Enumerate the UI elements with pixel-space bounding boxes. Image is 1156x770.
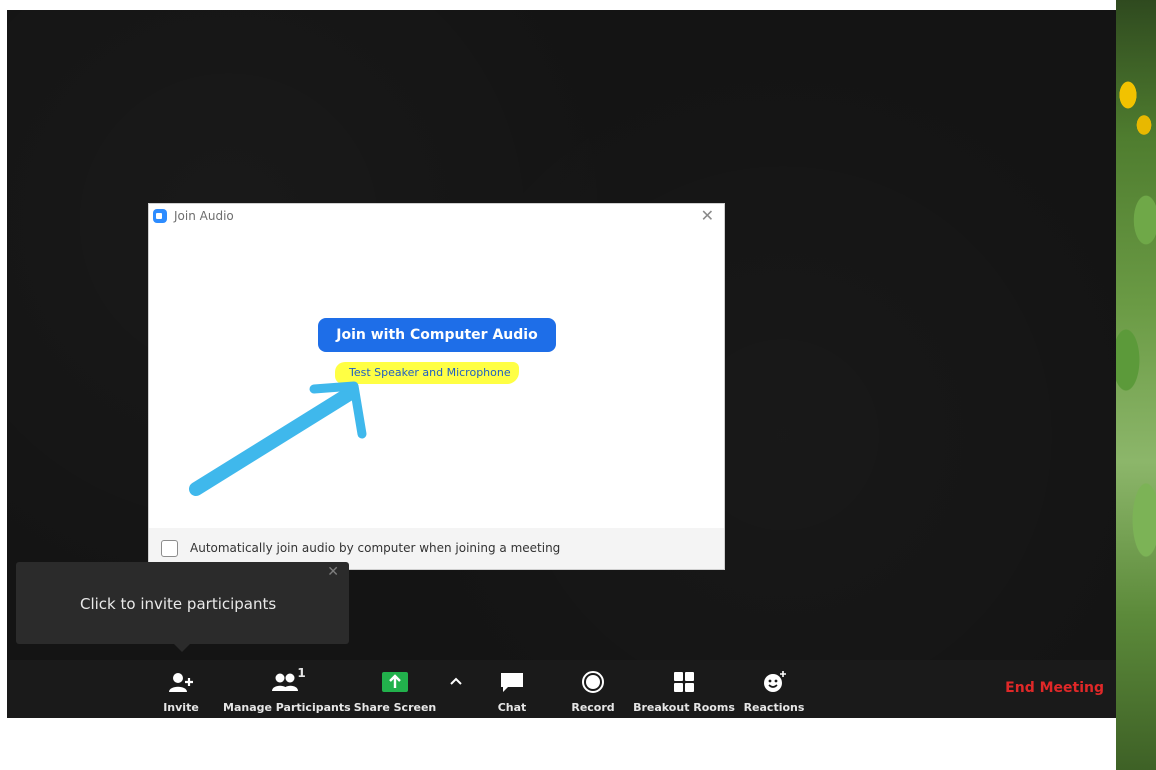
invite-tooltip: ✕ Click to invite participants xyxy=(16,562,349,652)
breakout-rooms-icon xyxy=(674,672,694,692)
chat-icon xyxy=(501,673,523,692)
add-person-icon xyxy=(169,673,193,692)
tooltip-text: Click to invite participants xyxy=(80,595,277,613)
record-icon xyxy=(582,671,604,693)
participant-count-badge: 1 xyxy=(297,666,306,680)
auto-join-label[interactable]: Automatically join audio by computer whe… xyxy=(190,541,560,555)
share-screen-icon xyxy=(382,672,408,692)
chat-button[interactable]: Chat xyxy=(489,660,535,718)
join-audio-dialog: Join Audio ✕ Join with Computer Audio Te… xyxy=(149,204,724,569)
meeting-toolbar: Invite 1 Manage Participants Share Scree… xyxy=(7,660,1116,718)
end-meeting-button[interactable]: End Meeting xyxy=(1005,680,1104,696)
participants-icon xyxy=(272,673,298,691)
chevron-up-icon xyxy=(450,677,462,685)
breakout-rooms-label: Breakout Rooms xyxy=(633,701,735,714)
blue-arrow-annotation-icon xyxy=(189,381,367,496)
reactions-button[interactable]: Reactions xyxy=(743,660,805,718)
zoom-app-icon xyxy=(153,209,167,223)
record-button[interactable]: Record xyxy=(567,660,619,718)
share-screen-label: Share Screen xyxy=(353,701,437,714)
dialog-title: Join Audio xyxy=(174,209,234,223)
record-label: Record xyxy=(571,701,615,714)
auto-join-checkbox[interactable] xyxy=(161,540,178,557)
desktop-background xyxy=(1116,0,1156,770)
reactions-label: Reactions xyxy=(743,701,805,714)
share-options-button[interactable] xyxy=(445,660,467,718)
share-screen-button[interactable]: Share Screen xyxy=(349,660,441,718)
join-computer-audio-button[interactable]: Join with Computer Audio xyxy=(318,318,556,352)
manage-participants-button[interactable]: 1 Manage Participants xyxy=(223,660,351,718)
close-icon[interactable]: ✕ xyxy=(701,207,714,225)
invite-button[interactable]: Invite xyxy=(155,660,207,718)
dialog-titlebar: Join Audio ✕ xyxy=(149,204,724,230)
reactions-icon xyxy=(764,671,786,692)
manage-participants-label: Manage Participants xyxy=(223,701,351,714)
tooltip-pointer xyxy=(174,644,190,652)
chat-label: Chat xyxy=(497,701,527,714)
breakout-rooms-button[interactable]: Breakout Rooms xyxy=(633,660,735,718)
invite-label: Invite xyxy=(163,701,199,714)
tooltip-close-icon[interactable]: ✕ xyxy=(327,564,339,580)
